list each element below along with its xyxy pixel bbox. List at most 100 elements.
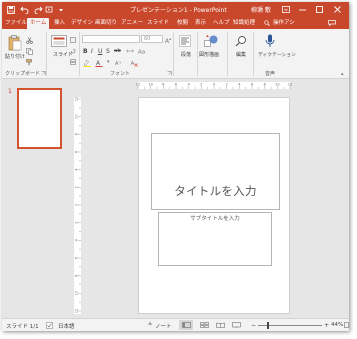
slide-sorter-icon[interactable]	[200, 322, 209, 330]
find-icon[interactable]	[235, 35, 247, 49]
underline-button[interactable]: U	[98, 48, 102, 55]
share-icon[interactable]	[264, 18, 270, 29]
ribbon-separator	[253, 32, 254, 76]
ruler-number: 12	[75, 97, 79, 101]
slideshow-icon[interactable]	[232, 322, 241, 330]
redo-icon[interactable]	[33, 5, 43, 15]
paragraph-icon[interactable]	[179, 35, 191, 49]
user-name[interactable]: 柳瀬 敷	[251, 5, 271, 14]
shapes-icon[interactable]	[204, 35, 218, 49]
maximize-icon[interactable]	[312, 3, 326, 15]
title-bar: プレゼンテーション1 - PowerPoint 柳瀬 敷	[2, 2, 349, 17]
reading-view-icon[interactable]	[216, 322, 225, 330]
tab-slideshow[interactable]: スライド	[147, 18, 169, 29]
zoom-out-button[interactable]: −	[251, 322, 256, 329]
font-size-combobox[interactable]: 60	[141, 35, 163, 43]
ribbon-separator	[227, 32, 228, 76]
reset-icon[interactable]	[70, 48, 76, 56]
ruler-number: 10	[75, 291, 79, 295]
tab-view[interactable]: 表示	[195, 18, 206, 29]
highlight-icon[interactable]	[83, 59, 91, 69]
font-group-label: フォント	[110, 71, 131, 77]
new-slide-icon[interactable]	[51, 35, 67, 51]
undo-icon[interactable]	[19, 5, 29, 15]
paragraph-button-label[interactable]: 段落	[181, 51, 191, 58]
tab-insert[interactable]: 挿入	[54, 18, 65, 29]
shrink-font-icon[interactable]: A	[114, 59, 122, 69]
dictate-button-label[interactable]: ディクテーション	[258, 51, 296, 58]
ruler-number: 2	[200, 83, 202, 87]
title-placeholder[interactable]: タイトルを入力	[151, 133, 280, 210]
ribbon-separator	[173, 32, 174, 76]
powerpoint-window: プレゼンテーション1 - PowerPoint 柳瀬 敷 ファイル ホーム 挿入…	[2, 2, 349, 331]
tab-help[interactable]: ヘルプ	[213, 18, 230, 29]
svg-text:Aa: Aa	[138, 50, 145, 55]
slide-thumbnail[interactable]	[17, 88, 62, 149]
ribbon: 貼り付け クリップボード スライド 60 A▴ B I U S ab Aa A …	[2, 29, 349, 79]
collapse-ribbon-icon[interactable]: ▴	[341, 71, 344, 77]
paste-button-label[interactable]: 貼り付け	[5, 53, 25, 60]
tab-home[interactable]: ホーム	[27, 18, 50, 29]
notes-button[interactable]: ノート	[155, 322, 172, 330]
tab-knowledge[interactable]: 知識処理	[233, 18, 255, 29]
font-color-icon[interactable]: A	[95, 59, 103, 69]
editing-button-label[interactable]: 編集	[236, 51, 246, 58]
zoom-in-button[interactable]: +	[324, 322, 329, 329]
font-name-combobox[interactable]	[82, 35, 140, 43]
zoom-slider-thumb[interactable]	[267, 322, 269, 329]
shadow-button[interactable]: S	[106, 48, 110, 55]
subtitle-placeholder[interactable]: サブタイトルを入力	[158, 212, 272, 266]
customize-icon[interactable]	[44, 5, 54, 15]
tab-animations[interactable]: アニメー	[121, 18, 143, 29]
ribbon-tab-bar: ファイル ホーム 挿入 デザイン 画面切り アニメー スライド 校閲 表示 ヘル…	[2, 17, 349, 29]
ruler-number: 8	[75, 275, 79, 277]
notes-icon[interactable]: ≜	[148, 322, 152, 328]
ruler-number: 4	[238, 83, 240, 87]
fit-to-window-icon[interactable]	[344, 322, 349, 330]
zoom-percentage[interactable]: 44%	[331, 322, 343, 328]
quick-access-more-icon[interactable]	[56, 5, 66, 15]
microphone-icon[interactable]	[265, 34, 275, 50]
ruler-number: 2	[226, 83, 228, 87]
strikethrough-button[interactable]: ab	[114, 48, 121, 54]
tab-file[interactable]: ファイル	[5, 18, 27, 29]
tab-review[interactable]: 校閲	[177, 18, 188, 29]
tab-design[interactable]: デザイン	[71, 18, 93, 29]
paste-icon[interactable]	[8, 35, 22, 53]
ruler-number: 12	[288, 83, 292, 87]
change-case-icon[interactable]: Aa	[138, 48, 146, 56]
svg-text:A: A	[115, 61, 119, 67]
close-icon[interactable]	[330, 3, 344, 15]
normal-view-icon[interactable]	[179, 320, 193, 330]
font-color-dropdown-icon[interactable]: ▾	[107, 59, 110, 65]
ruler-number: 6	[75, 257, 79, 259]
section-icon[interactable]	[70, 59, 76, 67]
drawing-button-label[interactable]: 図形描画	[199, 51, 219, 58]
bold-button[interactable]: B	[83, 48, 88, 55]
spellcheck-icon[interactable]	[46, 322, 53, 331]
save-icon[interactable]	[6, 5, 16, 15]
clear-format-icon[interactable]: A	[130, 59, 138, 69]
grow-font-icon[interactable]: A▴	[165, 36, 171, 45]
slide-thumbnail-pane: 1	[2, 80, 68, 316]
format-painter-icon[interactable]	[26, 59, 33, 68]
slide-canvas[interactable]: タイトルを入力 サブタイトルを入力	[138, 97, 290, 314]
char-spacing-icon[interactable]	[126, 48, 134, 56]
ribbon-separator	[79, 32, 80, 76]
cut-icon[interactable]	[26, 37, 33, 46]
language-indicator[interactable]: 日本語	[58, 322, 75, 330]
minimize-icon[interactable]	[295, 3, 309, 15]
layout-icon[interactable]	[70, 37, 76, 45]
ribbon-display-icon[interactable]	[279, 3, 293, 15]
voice-group-label: 音声	[265, 71, 276, 77]
ruler-number: 2	[75, 186, 79, 188]
ruler-number: 2	[75, 222, 79, 224]
copy-icon[interactable]	[26, 48, 33, 57]
comments-icon[interactable]	[328, 18, 336, 29]
svg-text:A: A	[96, 60, 101, 67]
tab-tell-me[interactable]: 操作アシ	[273, 18, 295, 29]
tab-transitions[interactable]: 画面切り	[95, 18, 117, 29]
font-launcher-icon[interactable]	[167, 71, 172, 78]
italic-button[interactable]: I	[91, 48, 93, 55]
ruler-number: 8	[162, 83, 164, 87]
